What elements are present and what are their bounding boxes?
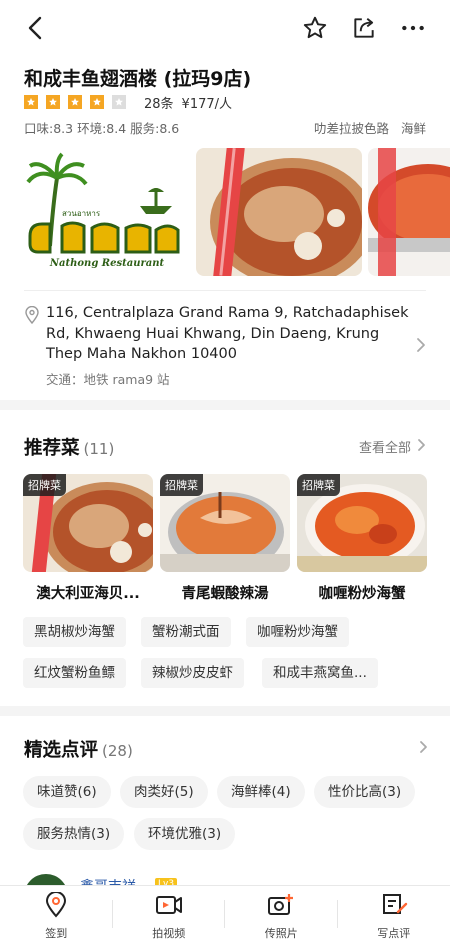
divider	[24, 290, 426, 291]
review-tag-pill[interactable]: 环境优雅(3)	[134, 818, 236, 850]
chevron-right-icon[interactable]	[419, 739, 428, 758]
recommended-dishes-title: 推荐菜 (11)	[24, 434, 114, 460]
review-tag-pill[interactable]: 海鲜棒(4)	[217, 776, 305, 808]
address-text: 116, Centralplaza Grand Rama 9, Ratchada…	[46, 305, 409, 362]
category-tags: 叻差拉披色路 海鲜	[314, 118, 426, 137]
restaurant-title: 和成丰鱼翅酒楼 (拉玛9店)	[24, 68, 252, 90]
transit-info: 交通：地铁 rama9 站	[46, 372, 170, 387]
review-tag-pill[interactable]: 性价比高(3)	[314, 776, 416, 808]
signature-badge: 招牌菜	[23, 474, 66, 496]
share-icon[interactable]	[348, 12, 380, 44]
star-icon	[112, 95, 126, 109]
photo-upload-icon	[267, 892, 295, 922]
write-review-icon	[380, 892, 408, 922]
chevron-right-icon	[417, 438, 426, 456]
see-all-dishes-link[interactable]: 查看全部	[359, 437, 426, 456]
review-tag-pill[interactable]: 肉类好(5)	[120, 776, 208, 808]
section-title-text: 精选点评	[24, 740, 99, 761]
dish-photo[interactable]	[368, 148, 450, 276]
more-options-icon[interactable]	[397, 12, 429, 44]
review-tag-pill[interactable]: 味道赞(6)	[23, 776, 111, 808]
dish-chip[interactable]: 红炆蟹粉鱼鳔	[23, 658, 126, 688]
checkin-button[interactable]: 签到	[0, 886, 113, 943]
section-gap	[0, 706, 450, 716]
bottom-bar-label: 写点评	[377, 927, 411, 940]
featured-reviews-title[interactable]: 精选点评 (28)	[24, 736, 133, 762]
favorite-star-icon[interactable]	[299, 12, 331, 44]
dish-image: 招牌菜	[297, 474, 427, 572]
sub-scores: 口味:8.3 环境:8.4 服务:8.6	[24, 121, 180, 136]
dish-chip[interactable]: 蟹粉潮式面	[141, 617, 231, 647]
bottom-bar-label: 传照片	[264, 927, 298, 940]
dish-card[interactable]: 招牌菜 青尾蝦酸辣湯	[160, 474, 290, 603]
restaurant-logo-photo[interactable]: สวนอาหาร Nathong Restaurant	[22, 148, 192, 276]
bottom-bar-label: 拍视频	[152, 927, 186, 940]
dish-chip[interactable]: 黑胡椒炒海蟹	[23, 617, 126, 647]
review-tag-pill[interactable]: 服务热情(3)	[23, 818, 125, 850]
see-all-label: 查看全部	[358, 441, 411, 456]
dish-card[interactable]: 招牌菜 咖喱粉炒海蟹	[297, 474, 427, 603]
video-camera-icon	[155, 892, 183, 922]
star-icon	[46, 95, 60, 109]
dish-chip[interactable]: 咖喱粉炒海蟹	[246, 617, 349, 647]
dish-name: 澳大利亚海贝...	[36, 586, 140, 602]
dish-name: 咖喱粉炒海蟹	[318, 586, 406, 602]
dish-image: 招牌菜	[160, 474, 290, 572]
chevron-right-icon	[416, 337, 426, 357]
section-gap	[0, 400, 450, 410]
section-count: (11)	[83, 440, 115, 458]
bottom-action-bar: 签到 拍视频 传照片 写点评	[0, 885, 450, 943]
svg-text:สวนอาหาร: สวนอาหาร	[62, 209, 101, 218]
dish-image: 招牌菜	[23, 474, 153, 572]
dish-photo[interactable]	[196, 148, 362, 276]
star-icon	[24, 95, 38, 109]
upload-photo-button[interactable]: 传照片	[225, 886, 338, 943]
star-icon	[90, 95, 104, 109]
dish-chip[interactable]: 和成丰燕窝鱼...	[262, 658, 378, 688]
back-arrow-icon[interactable]	[20, 12, 52, 44]
dish-card[interactable]: 招牌菜 澳大利亚海贝...	[23, 474, 153, 603]
review-count[interactable]: 28条	[144, 93, 174, 112]
star-icon	[68, 95, 82, 109]
area-tag[interactable]: 叻差拉披色路	[314, 118, 389, 137]
write-review-button[interactable]: 写点评	[338, 886, 450, 943]
signature-badge: 招牌菜	[160, 474, 203, 496]
photo-gallery[interactable]: สวนอาหาร Nathong Restaurant	[0, 148, 450, 276]
dish-chip[interactable]: 辣椒炒皮皮虾	[141, 658, 244, 688]
bottom-bar-label: 签到	[45, 927, 68, 940]
location-pin-icon	[24, 305, 40, 328]
signature-badge: 招牌菜	[297, 474, 340, 496]
avg-price: ¥177/人	[181, 96, 233, 112]
dish-name: 青尾蝦酸辣湯	[181, 586, 269, 602]
location-pin-icon	[44, 891, 68, 922]
record-video-button[interactable]: 拍视频	[113, 886, 226, 943]
top-nav-bar	[0, 0, 450, 56]
rating-row: 28条 ¥177/人	[24, 93, 240, 112]
logo-caption: Nathong Restaurant	[49, 258, 165, 269]
star-rating	[24, 95, 134, 109]
section-title-text: 推荐菜	[24, 438, 80, 459]
cuisine-tag[interactable]: 海鲜	[401, 118, 426, 137]
section-count: (28)	[102, 742, 133, 760]
